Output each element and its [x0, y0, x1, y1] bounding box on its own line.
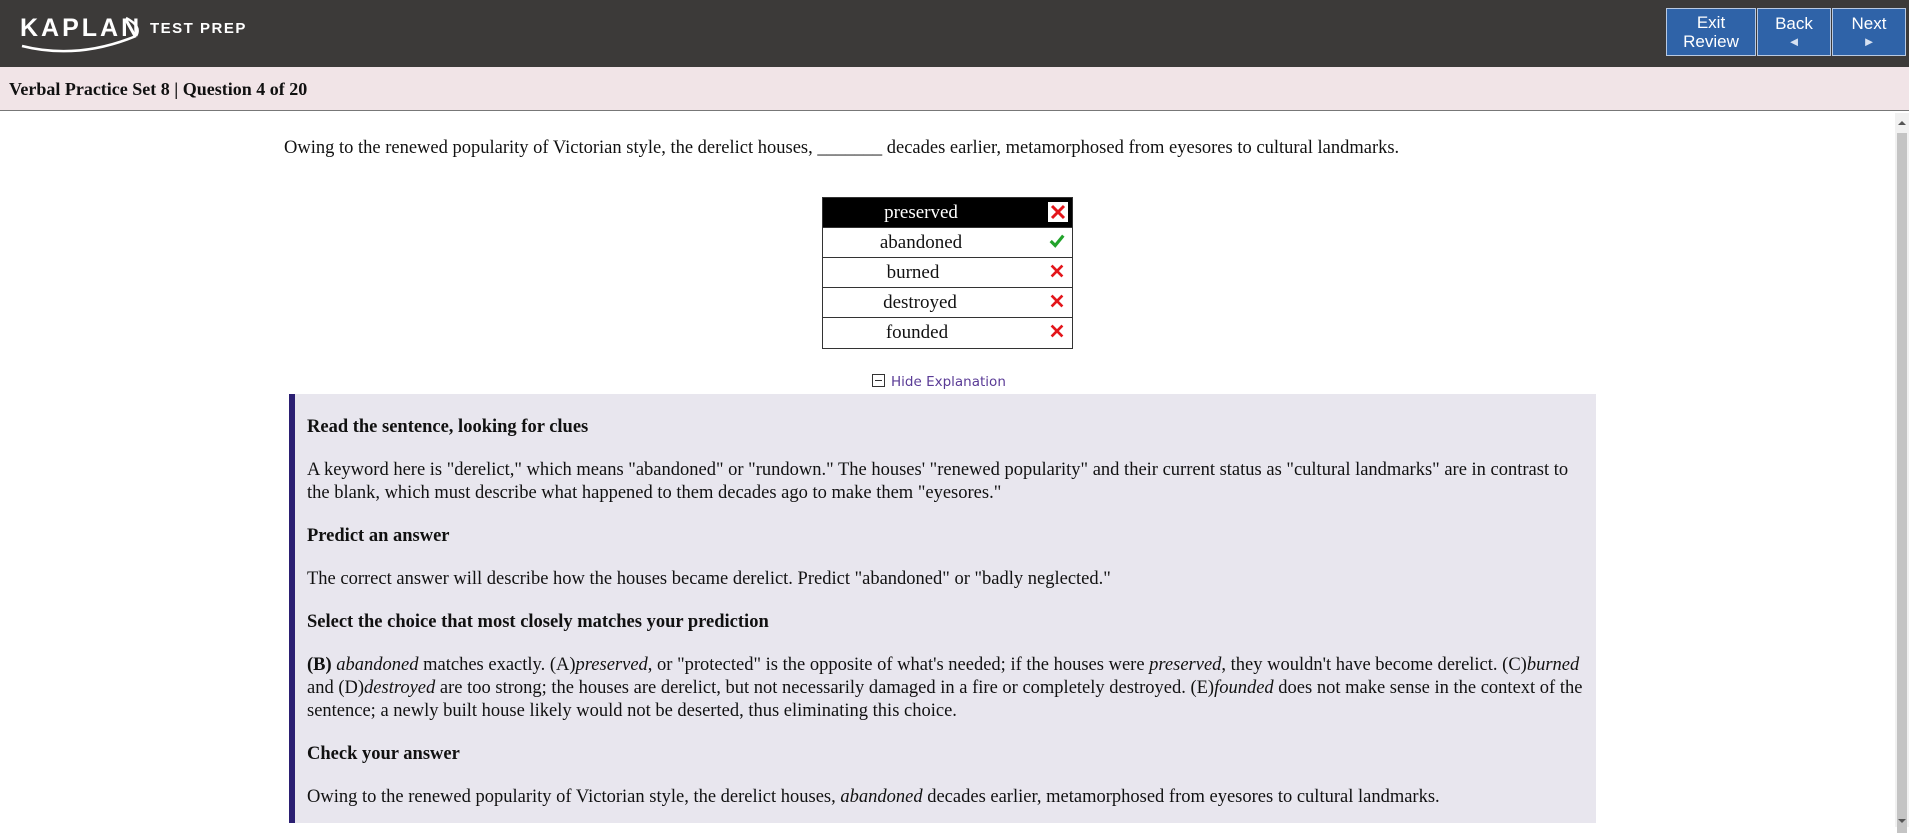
choice-word: founded	[1214, 678, 1274, 698]
kaplan-logo: KAPLAN TEST PREP	[18, 10, 248, 54]
explanation-heading-clues: Read the sentence, looking for clues	[307, 417, 589, 437]
back-button[interactable]: Back ◄	[1757, 8, 1831, 56]
question-text: Owing to the renewed popularity of Victo…	[284, 138, 1400, 158]
choice-abandoned[interactable]: abandoned	[823, 228, 1072, 258]
exit-label-line2: Review	[1683, 32, 1739, 51]
text-segment: and (D)	[307, 678, 365, 698]
text-segment: Owing to the renewed popularity of Victo…	[307, 787, 841, 807]
answer-letter: (B)	[307, 655, 332, 675]
choice-word: burned	[1526, 655, 1580, 675]
text-segment: , they wouldn't have become derelict. (C…	[1221, 655, 1527, 675]
explanation-heading-predict: Predict an answer	[307, 526, 450, 546]
next-button[interactable]: Next ►	[1832, 8, 1906, 56]
choice-founded[interactable]: founded	[823, 318, 1072, 348]
correct-check-icon	[1049, 234, 1065, 248]
incorrect-icon	[1050, 324, 1064, 338]
choice-burned[interactable]: burned	[823, 258, 1072, 288]
text-segment: are too strong; the houses are derelict,…	[435, 678, 1215, 698]
text-segment: decades earlier, metamorphosed from eyes…	[922, 787, 1440, 807]
answer-choices: preserved abandoned burned destroyed fou…	[822, 197, 1073, 349]
vertical-scrollbar[interactable]	[1895, 113, 1909, 833]
hide-explanation-label: Hide Explanation	[891, 374, 1006, 390]
question-header: Verbal Practice Set 8 | Question 4 of 20	[0, 67, 1909, 111]
back-label: Back	[1775, 14, 1813, 33]
right-arrow-icon: ►	[1862, 34, 1876, 49]
answer-word: abandoned	[840, 787, 923, 807]
answer-word: abandoned	[336, 655, 419, 675]
choice-label: abandoned	[879, 232, 963, 253]
top-bar: KAPLAN TEST PREP Exit Review Back ◄ Next…	[0, 0, 1909, 67]
logo-subtitle: TEST PREP	[150, 20, 247, 37]
incorrect-icon	[1050, 294, 1064, 308]
choice-word: preserved	[575, 655, 648, 675]
collapse-icon	[872, 374, 885, 387]
page-title: Verbal Practice Set 8 | Question 4 of 20	[9, 79, 308, 99]
explanation-paragraph-check: Owing to the renewed popularity of Victo…	[307, 786, 1584, 809]
choice-word: destroyed	[364, 678, 436, 698]
explanation-paragraph-select: (B) abandoned matches exactly. (A)preser…	[307, 654, 1584, 723]
choice-destroyed[interactable]: destroyed	[823, 288, 1072, 318]
logo-name: KAPLAN	[20, 14, 143, 42]
choice-label: founded	[885, 322, 949, 343]
explanation-heading-select: Select the choice that most closely matc…	[307, 612, 769, 632]
text-segment: , or "protected" is the opposite of what…	[647, 655, 1150, 675]
exit-label-line1: Exit	[1696, 13, 1726, 32]
explanation-paragraph-clues: A keyword here is "derelict," which mean…	[307, 460, 1569, 503]
incorrect-icon	[1050, 264, 1064, 278]
incorrect-icon	[1048, 202, 1068, 222]
choice-label: destroyed	[883, 292, 957, 313]
left-arrow-icon: ◄	[1787, 34, 1801, 49]
scroll-thumb[interactable]	[1897, 133, 1907, 833]
scroll-up-arrow-icon[interactable]	[1895, 117, 1909, 129]
choice-label: burned	[886, 262, 940, 283]
choice-preserved[interactable]: preserved	[823, 198, 1072, 228]
choice-label: preserved	[884, 202, 958, 223]
exit-review-button[interactable]: Exit Review	[1666, 8, 1756, 56]
text-segment: matches exactly. (A)	[418, 655, 576, 675]
explanation-paragraph-predict: The correct answer will describe how the…	[307, 569, 1111, 589]
explanation-panel: Read the sentence, looking for clues A k…	[289, 394, 1596, 823]
next-label: Next	[1851, 14, 1887, 33]
hide-explanation-link[interactable]: Hide Explanation	[872, 374, 1006, 390]
choice-word: preserved	[1149, 655, 1222, 675]
explanation-heading-check: Check your answer	[307, 744, 460, 764]
scroll-down-arrow-icon[interactable]	[1895, 815, 1909, 827]
